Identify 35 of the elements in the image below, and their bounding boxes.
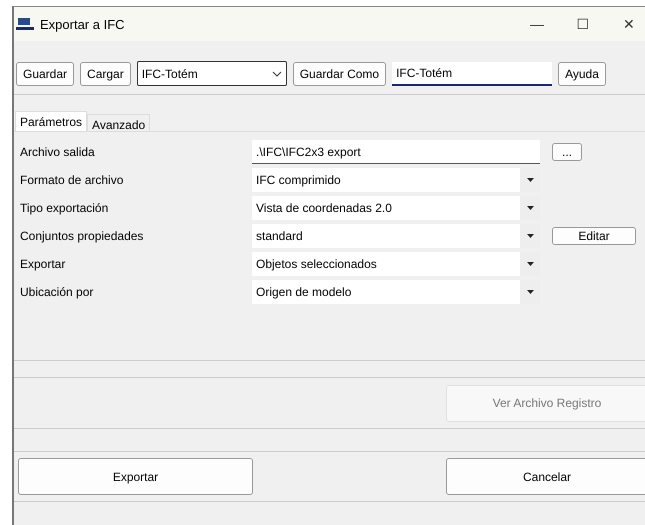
dropdown-icon <box>526 234 534 238</box>
field-label: Conjuntos propiedades <box>20 229 144 243</box>
config-dropdown[interactable]: IFC-Totém <box>136 61 287 86</box>
help-button[interactable]: Ayuda <box>558 62 606 86</box>
dropdown-icon <box>526 206 534 210</box>
tab[interactable]: Avanzado <box>87 114 150 131</box>
field-label: Archivo salida <box>20 145 96 159</box>
load-button[interactable]: Cargar <box>80 62 131 86</box>
select-field[interactable]: Origen de modelo <box>252 280 540 304</box>
export-button[interactable]: Exportar <box>18 458 253 495</box>
cancel-button[interactable]: Cancelar <box>446 458 645 495</box>
dropdown-icon <box>526 262 534 266</box>
select-field[interactable]: IFC comprimido <box>252 168 540 192</box>
field-label: Formato de archivo <box>20 173 124 187</box>
save-as-button[interactable]: Guardar Como <box>292 62 386 86</box>
dropdown-icon <box>526 290 534 294</box>
path-field[interactable]: .\IFC\IFC2x3 export <box>252 140 540 164</box>
browse-button[interactable]: ... <box>552 143 582 161</box>
app-icon <box>16 17 34 31</box>
minimize-button[interactable]: — <box>514 16 560 32</box>
save-button[interactable]: Guardar <box>16 62 74 86</box>
select-field[interactable]: Vista de coordenadas 2.0 <box>252 196 540 220</box>
field-label: Tipo exportación <box>20 201 110 215</box>
maximize-button[interactable]: ☐ <box>560 16 606 32</box>
field-label: Ubicación por <box>20 285 94 299</box>
chevron-icon <box>272 70 282 76</box>
select-field[interactable]: Objetos seleccionados <box>252 252 540 276</box>
select-field[interactable]: standard <box>252 224 540 248</box>
field-label: Exportar <box>20 257 66 271</box>
dropdown-icon <box>526 178 534 182</box>
edit-button[interactable]: Editar <box>552 227 636 245</box>
tab[interactable]: Parámetros <box>15 111 88 131</box>
close-button[interactable]: ✕ <box>606 16 645 32</box>
window-title: Exportar a IFC <box>40 16 126 32</box>
name-field[interactable]: IFC-Totém <box>392 62 552 86</box>
